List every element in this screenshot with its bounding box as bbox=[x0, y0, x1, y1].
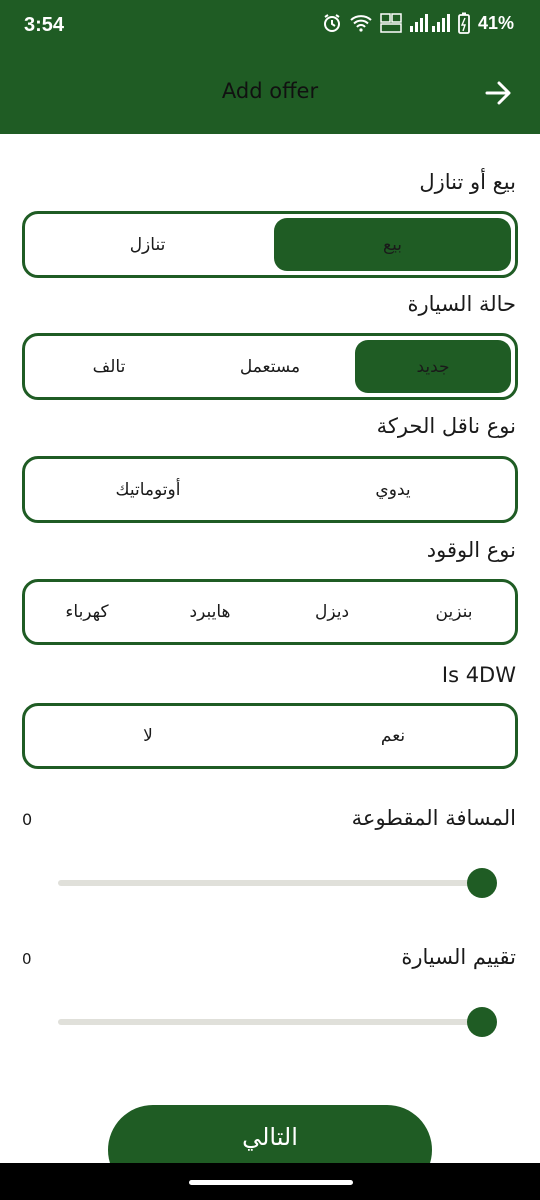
page-title: Add offer bbox=[221, 79, 319, 103]
condition-option-new[interactable]: جديد bbox=[355, 340, 511, 393]
fuel-segment: بنزين ديزل هايبرد كهرباء bbox=[22, 579, 518, 645]
rating-slider-thumb[interactable] bbox=[467, 1007, 497, 1037]
condition-segment: جديد مستعمل تالف bbox=[22, 333, 518, 400]
four-wd-segment: نعم لا bbox=[22, 703, 518, 769]
status-time: 3:54 bbox=[24, 14, 65, 36]
fuel-option-diesel[interactable]: ديزل bbox=[271, 582, 393, 642]
mileage-label: المسافة المقطوعة bbox=[351, 806, 516, 830]
battery-percent: 41% bbox=[477, 12, 514, 33]
status-icons: 41% bbox=[322, 12, 514, 34]
app-bar: Add offer bbox=[0, 52, 540, 134]
battery-icon bbox=[458, 12, 470, 34]
mileage-slider-thumb[interactable] bbox=[467, 868, 497, 898]
fuel-option-petrol[interactable]: بنزين bbox=[393, 582, 515, 642]
condition-label: حالة السيارة bbox=[407, 292, 516, 316]
four-wd-option-yes[interactable]: نعم bbox=[271, 706, 515, 766]
condition-option-used[interactable]: مستعمل bbox=[190, 336, 350, 397]
sale-option-sell[interactable]: بيع bbox=[274, 218, 511, 271]
rating-value: 0 bbox=[22, 950, 32, 968]
mileage-slider-track[interactable] bbox=[58, 880, 482, 886]
four-wd-option-no[interactable]: لا bbox=[25, 706, 271, 766]
wifi-icon bbox=[350, 14, 372, 32]
condition-option-damaged[interactable]: تالف bbox=[29, 336, 189, 397]
arrow-right-icon[interactable] bbox=[484, 78, 514, 108]
sale-type-label: بيع أو تنازل bbox=[419, 170, 516, 194]
transmission-option-automatic[interactable]: أوتوماتيك bbox=[25, 459, 271, 520]
sale-option-assign[interactable]: تنازل bbox=[29, 214, 266, 275]
navigation-bar bbox=[0, 1163, 540, 1200]
home-gesture-handle[interactable] bbox=[189, 1180, 353, 1185]
fuel-label: نوع الوقود bbox=[426, 538, 516, 562]
mileage-value: 0 bbox=[22, 810, 33, 829]
signal-icon bbox=[409, 14, 450, 32]
transmission-segment: يدوي أوتوماتيك bbox=[22, 456, 518, 523]
transmission-option-manual[interactable]: يدوي bbox=[271, 459, 515, 520]
four-wd-label: Is 4DW bbox=[441, 663, 516, 687]
rating-label: تقييم السيارة bbox=[401, 945, 516, 969]
transmission-label: نوع ناقل الحركة bbox=[376, 414, 516, 438]
alarm-icon bbox=[322, 13, 342, 33]
status-bar: 3:54 41% bbox=[0, 0, 540, 52]
fuel-option-hybrid[interactable]: هايبرد bbox=[149, 582, 271, 642]
rating-slider-track[interactable] bbox=[58, 1019, 482, 1025]
fuel-option-electric[interactable]: كهرباء bbox=[25, 582, 149, 642]
volte-icon bbox=[380, 13, 402, 33]
sale-type-segment: بيع تنازل bbox=[22, 211, 518, 278]
